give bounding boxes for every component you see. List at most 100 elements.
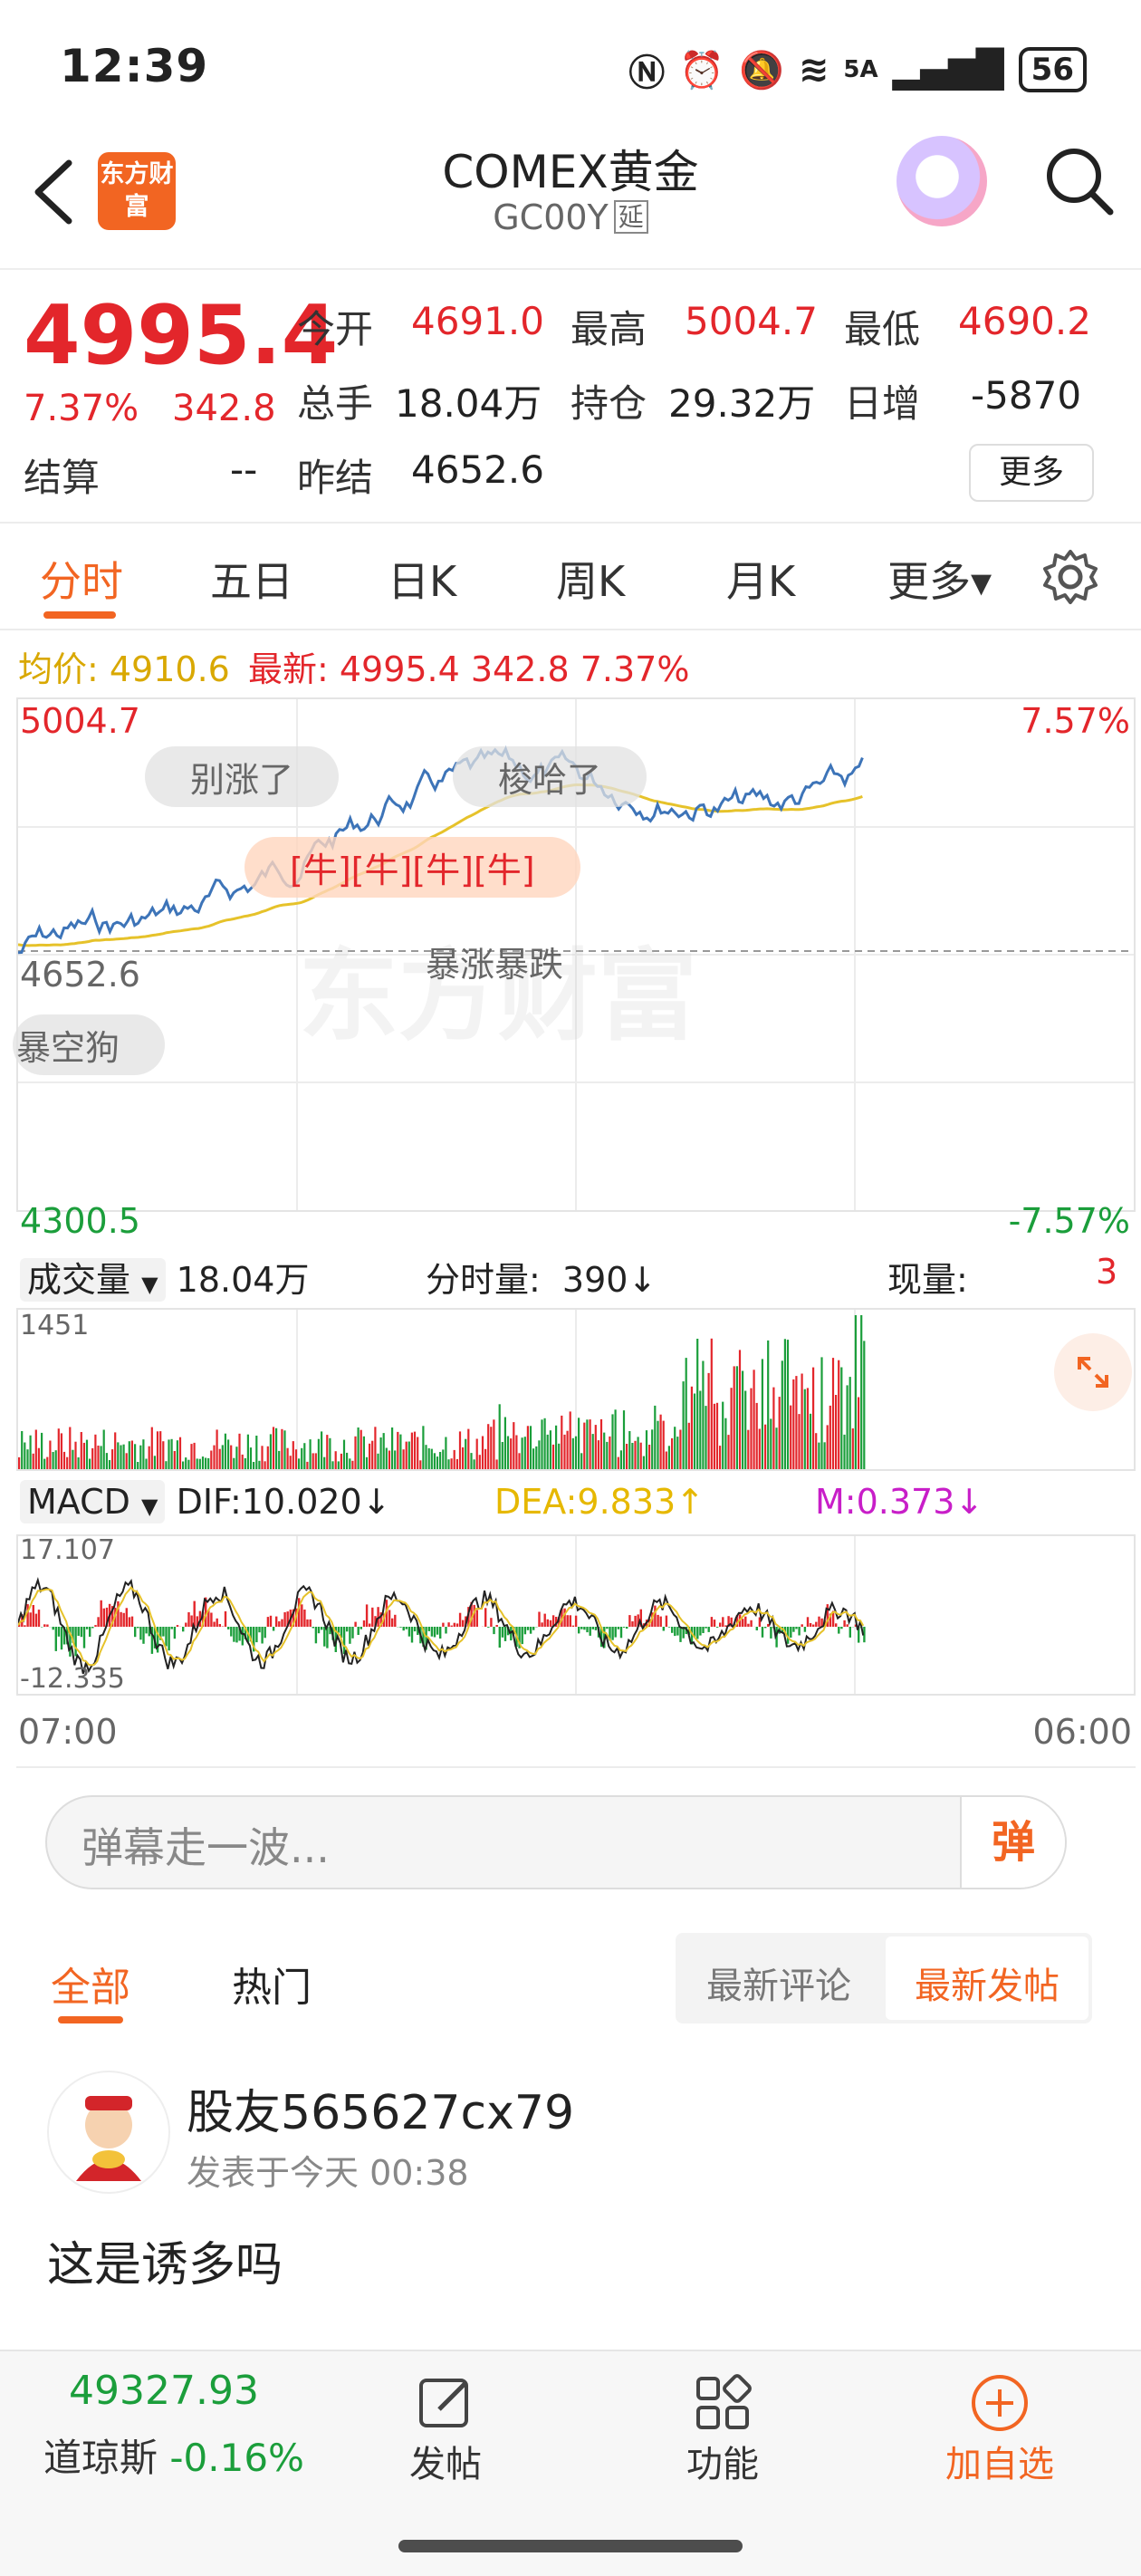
tab-monthly-k[interactable]: 月K (726, 549, 795, 609)
macd-bar (617, 1627, 620, 1629)
macd-bar (266, 1617, 270, 1627)
post-button[interactable]: 发帖 (355, 2371, 536, 2487)
volume-bar (394, 1450, 397, 1469)
macd-bar (594, 1627, 598, 1630)
volume-bar (230, 1445, 233, 1469)
gear-icon[interactable] (1040, 546, 1101, 608)
sort-latest-post[interactable]: 最新发帖 (915, 1956, 1060, 2009)
volume-bar (283, 1430, 286, 1469)
macd-bar (569, 1615, 571, 1627)
tab-intraday[interactable]: 分时 (40, 549, 123, 609)
volume-bar (667, 1446, 670, 1469)
volume-bar (705, 1406, 707, 1469)
macd-bar (744, 1616, 747, 1627)
tab-all-posts[interactable]: 全部 (51, 1955, 130, 2013)
macd-chart[interactable] (16, 1534, 1136, 1696)
open-label: 今开 (297, 307, 374, 351)
volume-bar (501, 1442, 503, 1469)
volume-bar (292, 1441, 294, 1469)
volume-bar (858, 1397, 860, 1469)
post-body[interactable]: 这是诱多吗 (47, 2226, 283, 2294)
volume-bar (840, 1367, 843, 1469)
macd-bar (182, 1627, 185, 1632)
add-watchlist-button[interactable]: 加自选 (909, 2371, 1090, 2487)
macd-bar (770, 1627, 772, 1639)
danmu-toggle-button[interactable]: 弹 (960, 1797, 1065, 1888)
function-button[interactable]: 功能 (632, 2371, 813, 2487)
index-value[interactable]: 49327.93 (69, 2368, 259, 2414)
volume-selector[interactable]: 成交量 ▼ (20, 1258, 166, 1302)
tab-daily-k[interactable]: 日K (388, 549, 456, 609)
volume-bar (442, 1449, 445, 1469)
volume-bar (772, 1387, 775, 1469)
macd-bar (187, 1612, 190, 1627)
sort-latest-comment[interactable]: 最新评论 (706, 1956, 851, 2009)
macd-bar (57, 1627, 61, 1637)
edit-icon (419, 2379, 468, 2427)
volume-bar (665, 1451, 667, 1469)
volume-bar (410, 1432, 413, 1469)
macd-bar (190, 1615, 193, 1627)
index-ticker[interactable]: 道琼斯 -0.16% (43, 2427, 304, 2483)
macd-bar (303, 1610, 306, 1627)
volume-bar (278, 1450, 281, 1469)
search-icon[interactable] (1041, 143, 1117, 219)
tab-more[interactable]: 更多▾ (887, 549, 992, 609)
macd-bar (628, 1615, 631, 1627)
avatar[interactable] (47, 2071, 170, 2194)
settle-value: -- (230, 447, 258, 492)
volume-bar (702, 1360, 705, 1469)
macd-bar (346, 1627, 349, 1632)
volume-bar (490, 1427, 493, 1469)
tab-hot-posts[interactable]: 热门 (232, 1955, 312, 2013)
volume-bar (77, 1457, 80, 1469)
volume-bar (436, 1456, 439, 1469)
volume-bar (371, 1440, 374, 1469)
more-quote-button[interactable]: 更多 (969, 444, 1094, 502)
volume-bar (481, 1436, 484, 1469)
macd-bar (173, 1627, 177, 1639)
macd-bar (538, 1611, 541, 1627)
chart-bottom-divider (16, 1766, 1136, 1768)
volume-bar (637, 1437, 639, 1469)
volume-bar (758, 1428, 761, 1469)
post-username[interactable]: 股友565627cx79 (187, 2074, 574, 2142)
volume-bar (185, 1457, 187, 1469)
macd-bar (798, 1627, 801, 1636)
volume-indicator-row: 成交量 ▼ 18.04万 (20, 1252, 309, 1302)
macd-bar (667, 1627, 671, 1628)
macd-bar (846, 1624, 849, 1627)
volume-bar (153, 1456, 156, 1469)
tab-five-day[interactable]: 五日 (210, 549, 293, 609)
volume-bar (529, 1426, 532, 1469)
volume-bar (301, 1447, 303, 1469)
macd-bar (747, 1623, 750, 1627)
volume-bar (753, 1370, 755, 1469)
volume-bar (317, 1438, 320, 1469)
volume-bar (626, 1444, 628, 1469)
volume-bar (170, 1438, 173, 1469)
volume-bar (860, 1315, 863, 1469)
volume-bar (543, 1418, 546, 1469)
settle-label: 结算 (24, 456, 101, 500)
danmu-bubble: 暴空狗 (13, 1014, 166, 1075)
tab-weekly-k[interactable]: 周K (556, 549, 625, 609)
assistant-robot-icon[interactable] (896, 136, 987, 226)
volume-bar (34, 1429, 37, 1469)
macd-dea: DEA:9.833↑ (494, 1482, 705, 1522)
volume-chart[interactable] (16, 1308, 1136, 1471)
macd-bar (399, 1627, 402, 1628)
macd-bar (445, 1627, 447, 1634)
volume-bar (134, 1444, 137, 1469)
volume-bar (707, 1372, 710, 1469)
volume-bar (838, 1360, 840, 1469)
macd-bar (134, 1627, 137, 1638)
volume-bar (506, 1436, 510, 1469)
home-indicator[interactable] (398, 2540, 743, 2552)
volume-bar (806, 1388, 809, 1469)
macd-selector[interactable]: MACD ▼ (20, 1480, 166, 1523)
macd-bar (89, 1627, 91, 1637)
expand-icon[interactable] (1054, 1333, 1132, 1411)
low-value: 4690.2 (958, 299, 1091, 343)
macd-bar (450, 1625, 453, 1627)
